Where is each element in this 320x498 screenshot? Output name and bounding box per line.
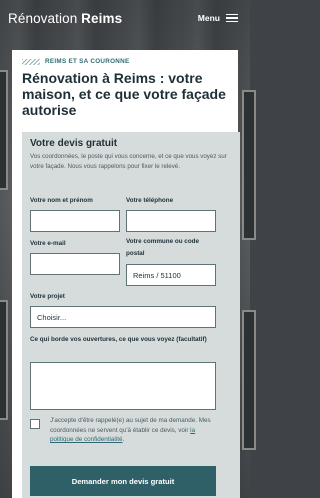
- project-select[interactable]: Choisir...: [30, 306, 216, 328]
- brand-bold: Reims: [81, 10, 123, 26]
- name-label: Votre nom et prénom: [30, 197, 93, 204]
- commune-field[interactable]: Reims / 51100: [126, 264, 216, 286]
- observation-textarea[interactable]: [30, 362, 216, 410]
- menu-button[interactable]: Menu: [198, 13, 238, 23]
- form-title: Votre devis gratuit: [30, 138, 118, 149]
- menu-label: Menu: [197, 13, 220, 23]
- hamburger-icon: [226, 14, 238, 22]
- eyebrow: REIMS ET SA COURONNE: [22, 58, 228, 65]
- consent-checkbox[interactable]: [30, 419, 40, 429]
- quote-form: Votre devis gratuit Vos coordonnées, le …: [22, 132, 240, 498]
- name-field[interactable]: [30, 210, 120, 232]
- hatch-decoration: [22, 58, 40, 65]
- window-decoration: [242, 90, 256, 240]
- site-logo[interactable]: Rénovation Reims: [8, 11, 122, 26]
- project-label: Votre projet: [30, 293, 65, 300]
- page-title: Rénovation à Reims : votre maison, et ce…: [22, 70, 226, 118]
- email-label: Votre e-mail: [30, 240, 66, 247]
- consent-text: J'accepte d'être rappelé(e) au sujet de …: [50, 417, 211, 443]
- site-header: Rénovation Reims Menu: [0, 0, 250, 36]
- phone-label: Votre téléphone: [126, 197, 174, 204]
- eyebrow-label: REIMS ET SA COURONNE: [45, 58, 130, 65]
- window-decoration: [0, 300, 8, 420]
- window-decoration: [242, 310, 256, 450]
- brand-light: Rénovation: [8, 10, 78, 26]
- hero-card: REIMS ET SA COURONNE Rénovation à Reims …: [12, 50, 240, 498]
- window-decoration: [0, 70, 8, 190]
- observation-label: Ce qui borde vos ouvertures, ce que vous…: [30, 336, 207, 343]
- phone-field[interactable]: [126, 210, 216, 232]
- submit-button[interactable]: Demander mon devis gratuit: [30, 466, 216, 496]
- commune-label: Votre commune ou code postal: [126, 238, 200, 257]
- form-intro: Vos coordonnées, le poste qui vous conce…: [30, 153, 227, 170]
- email-field[interactable]: [30, 253, 120, 275]
